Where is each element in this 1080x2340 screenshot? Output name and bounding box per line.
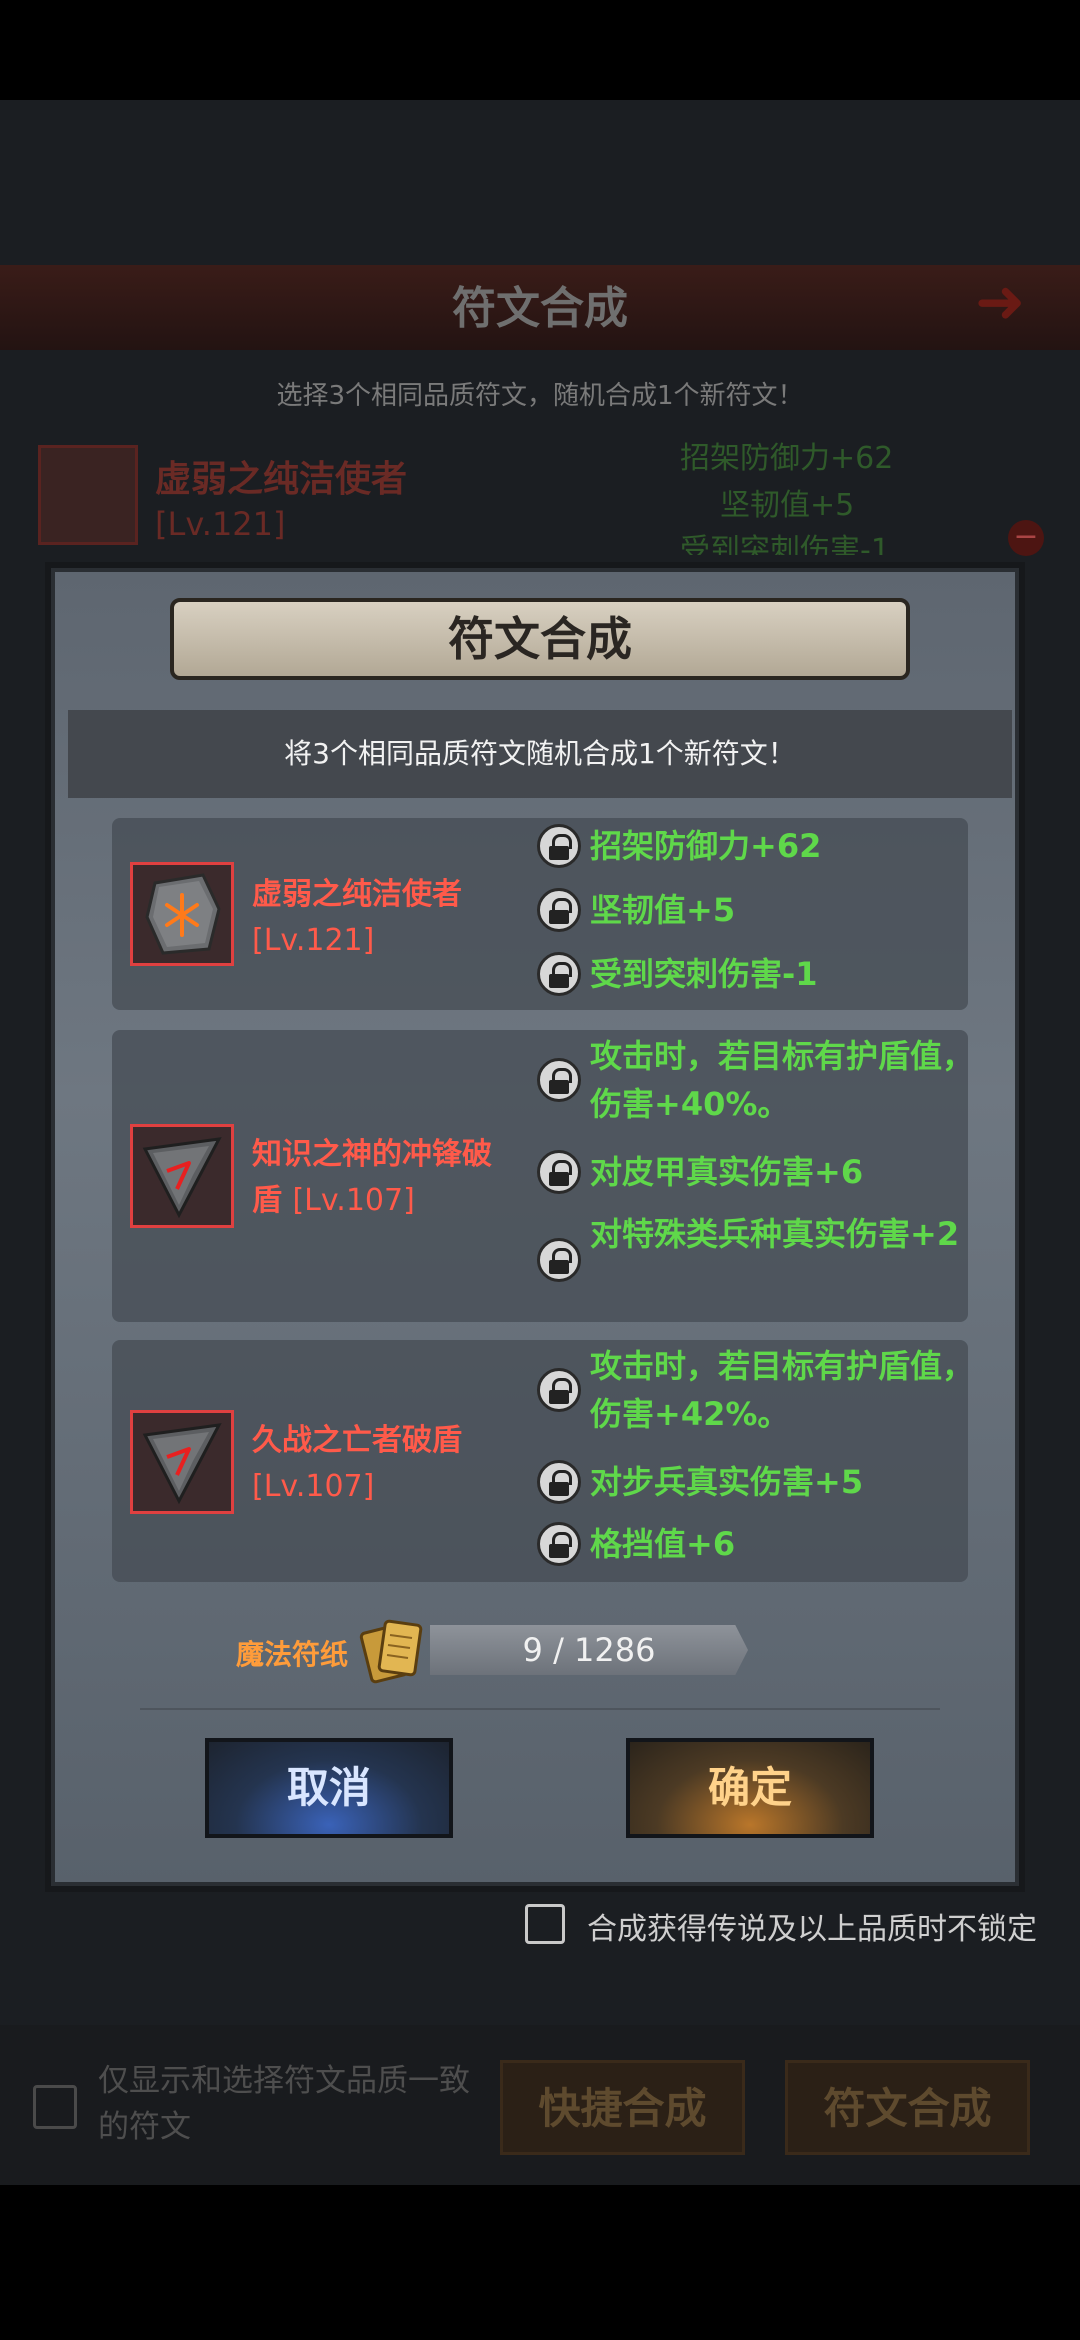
- rune-stat: 攻击时，若目标有护盾值，伤害+40%。: [590, 1037, 975, 1123]
- rune-stat: 坚韧值+5: [590, 891, 736, 929]
- rune-level: [Lv.107]: [252, 1469, 375, 1504]
- paper-scroll-icon: [358, 1615, 428, 1687]
- material-label: 魔法符纸: [236, 1638, 349, 1671]
- no-lock-checkbox[interactable]: [525, 1904, 565, 1944]
- rune-level: [Lv.121]: [252, 923, 375, 958]
- rune-name-text: 虚弱之纯洁使者: [252, 877, 462, 912]
- no-lock-label: 合成获得传说及以上品质时不锁定: [587, 1912, 1037, 1947]
- rune-synthesize-button[interactable]: 符文合成: [785, 2060, 1030, 2155]
- selected-rune-name: 虚弱之纯洁使者: [155, 459, 408, 500]
- quick-synthesize-button[interactable]: 快捷合成: [500, 2060, 745, 2155]
- lock-icon[interactable]: [537, 1522, 581, 1566]
- arrowhead-rune-icon: [130, 1124, 234, 1228]
- remove-rune-icon[interactable]: −: [1008, 520, 1044, 556]
- back-arrow-icon[interactable]: ➜: [975, 272, 1065, 332]
- page-subtitle: 选择3个相同品质符文，随机合成1个新符文！: [276, 381, 804, 411]
- rune-name: 知识之神的冲锋破盾 [Lv.107]: [252, 1132, 502, 1224]
- rune-stat: 招架防御力+62: [590, 827, 822, 865]
- quality-filter-label: 仅显示和选择符文品质一致的符文: [98, 2063, 470, 2145]
- rune-stat: 格挡值+6: [590, 1525, 736, 1563]
- rune-stat: 攻击时，若目标有护盾值，伤害+42%。: [590, 1347, 975, 1433]
- rune-name: 虚弱之纯洁使者 [Lv.121]: [252, 872, 502, 964]
- rune-name-text: 久战之亡者破盾: [252, 1423, 462, 1458]
- selected-rune-icon[interactable]: [38, 445, 138, 545]
- lock-icon[interactable]: [537, 1238, 581, 1282]
- selected-rune-stat: 受到突刺伤害-1: [680, 533, 890, 555]
- quality-filter-checkbox[interactable]: [33, 2085, 77, 2129]
- material-count: 9 / 1286: [522, 1631, 656, 1669]
- divider: [140, 1708, 940, 1710]
- rune-level: [Lv.107]: [292, 1183, 415, 1218]
- rune-card: 虚弱之纯洁使者 [Lv.121] 招架防御力+62 坚韧值+5 受到突刺伤害-1: [112, 818, 968, 1010]
- lock-icon[interactable]: [537, 888, 581, 932]
- confirm-button[interactable]: 确定: [626, 1738, 874, 1838]
- cancel-button[interactable]: 取消: [205, 1738, 453, 1838]
- rune-card: 知识之神的冲锋破盾 [Lv.107] 攻击时，若目标有护盾值，伤害+40%。 对…: [112, 1030, 974, 1322]
- selected-rune-stat: 坚韧值+5: [720, 488, 855, 523]
- rune-stat: 对特殊类兵种真实伤害+2: [590, 1215, 960, 1253]
- lock-icon[interactable]: [537, 1058, 581, 1102]
- rune-stat: 对步兵真实伤害+5: [590, 1463, 864, 1501]
- lock-icon[interactable]: [537, 952, 581, 996]
- no-lock-option[interactable]: 合成获得传说及以上品质时不锁定: [525, 1900, 1065, 1950]
- dialog-subtitle: 将3个相同品质符文随机合成1个新符文！: [68, 710, 1012, 798]
- page-title: 符文合成: [452, 283, 628, 334]
- selected-rune-level: [Lv.121]: [155, 505, 286, 543]
- rune-card: 久战之亡者破盾 [Lv.107] 攻击时，若目标有护盾值，伤害+42%。 对步兵真…: [112, 1340, 974, 1582]
- lock-icon[interactable]: [537, 1368, 581, 1412]
- lock-icon[interactable]: [537, 1460, 581, 1504]
- material-row: 魔法符纸 9 / 1286: [230, 1615, 770, 1685]
- rune-stat: 受到突刺伤害-1: [590, 955, 818, 993]
- lock-icon[interactable]: [537, 824, 581, 868]
- arrowhead-rune-icon: [130, 1410, 234, 1514]
- stone-rune-icon: [130, 862, 234, 966]
- lock-icon[interactable]: [537, 1150, 581, 1194]
- selected-rune-stat: 招架防御力+62: [680, 441, 894, 476]
- dialog-title: 符文合成: [170, 598, 910, 680]
- rune-name: 久战之亡者破盾 [Lv.107]: [252, 1418, 502, 1510]
- rune-stat: 对皮甲真实伤害+6: [590, 1153, 864, 1191]
